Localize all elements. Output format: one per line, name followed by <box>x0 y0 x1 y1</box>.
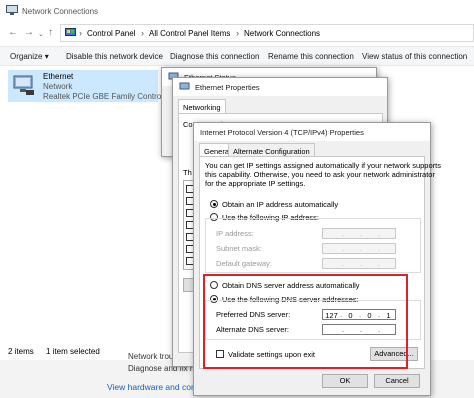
breadcrumb-control-panel[interactable]: Control Panel <box>87 29 135 38</box>
item-count: 2 items <box>8 347 34 356</box>
subnet-mask-field[interactable]: ... <box>322 243 396 254</box>
subnet-mask-label: Subnet mask: <box>216 244 262 253</box>
ip-address-field[interactable]: ... <box>322 228 396 239</box>
ipv4-dialog-title: Internet Protocol Version 4 (TCP/IPv4) P… <box>200 128 364 137</box>
default-gateway-label: Default gateway: <box>216 259 272 268</box>
description-line-2: this capability. Otherwise, you need to … <box>205 170 435 179</box>
address-bar[interactable]: › Control Panel › All Control Panel Item… <box>60 24 474 42</box>
window-title: Network Connections <box>22 7 99 16</box>
status-bar: 2 items 1 item selected <box>0 340 100 360</box>
command-bar: Organize ▾ Disable this network device D… <box>0 46 474 66</box>
organize-menu[interactable]: Organize ▾ <box>10 52 49 61</box>
ethernet-connection-item[interactable]: Ethernet Network Realtek PCIe GBE Family… <box>8 70 172 102</box>
ethernet-status: Network <box>43 82 73 91</box>
breadcrumb-all-items[interactable]: All Control Panel Items <box>149 29 230 38</box>
rename-button[interactable]: Rename this connection <box>268 52 354 61</box>
ip-address-label: IP address: <box>216 229 254 238</box>
description-line-1: You can get IP settings assigned automat… <box>205 161 441 170</box>
window-title-bar: Network Connections <box>0 0 474 22</box>
ethernet-name: Ethernet <box>43 72 74 81</box>
up-icon[interactable]: ↑ <box>48 28 53 38</box>
obtain-ip-radio[interactable] <box>210 200 218 208</box>
view-hardware-link[interactable]: View hardware and conn <box>107 382 200 392</box>
this-connection-label: Th <box>183 168 192 177</box>
control-panel-icon <box>65 28 76 36</box>
ok-button[interactable]: OK <box>322 374 368 388</box>
view-status-button[interactable]: View status of this connection <box>362 52 467 61</box>
breadcrumb-network-connections[interactable]: Network Connections <box>244 29 320 38</box>
forward-icon[interactable]: → <box>24 28 34 38</box>
props-dialog-title: Ethernet Properties <box>195 83 260 92</box>
cancel-button[interactable]: Cancel <box>374 374 420 388</box>
breadcrumb-separator: › <box>79 28 82 38</box>
obtain-ip-label: Obtain an IP address automatically <box>222 200 339 209</box>
network-connections-icon <box>6 5 18 15</box>
dns-highlight-box <box>203 274 408 369</box>
breadcrumb-separator: › <box>141 28 144 38</box>
back-icon[interactable]: ← <box>8 28 18 38</box>
selected-count: 1 item selected <box>46 347 100 356</box>
ipv4-dialog-title-bar: Internet Protocol Version 4 (TCP/IPv4) P… <box>194 123 430 141</box>
address-row: ← → ⌄ ↑ › Control Panel › All Control Pa… <box>0 22 474 44</box>
recent-dropdown-icon[interactable]: ⌄ <box>38 30 44 40</box>
description-line-3: for the appropriate IP settings. <box>205 179 306 188</box>
ethernet-adapter: Realtek PCIe GBE Family Controller <box>43 92 172 101</box>
ethernet-adapter-icon <box>13 75 34 95</box>
network-icon <box>179 82 190 90</box>
diagnose-button[interactable]: Diagnose this connection <box>170 52 259 61</box>
breadcrumb-separator: › <box>236 28 239 38</box>
default-gateway-field[interactable]: ... <box>322 258 396 269</box>
disable-device-button[interactable]: Disable this network device <box>66 52 163 61</box>
organize-label: Organize <box>10 52 43 61</box>
props-dialog-title-bar: Ethernet Properties <box>173 78 387 96</box>
